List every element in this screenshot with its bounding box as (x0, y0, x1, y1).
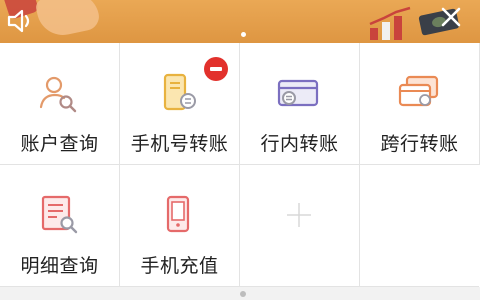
tile-phone-transfer[interactable]: 手机号转账 (120, 43, 240, 165)
remove-badge-icon[interactable] (204, 57, 228, 81)
phone-recharge-icon (166, 195, 190, 233)
tile-add[interactable] (240, 165, 360, 287)
tile-detail-query[interactable]: 明细查询 (0, 165, 120, 287)
tile-label: 账户查询 (20, 133, 99, 155)
card-exchange-icon (398, 75, 439, 107)
tile-label: 行内转账 (260, 133, 339, 155)
tile-label: 跨行转账 (380, 133, 459, 155)
speaker-icon[interactable] (6, 7, 36, 35)
document-search-icon (41, 195, 78, 234)
banner-page-indicator (241, 32, 246, 37)
empty-cell (360, 165, 479, 287)
function-grid: 账户查询 手机号转账 行内转账 跨行转账 明细查询 手机充值 (0, 43, 480, 287)
tile-label: 明细查询 (20, 255, 99, 277)
user-search-icon (39, 76, 77, 113)
page-indicator (240, 291, 246, 297)
tile-label: 手机充值 (140, 255, 219, 277)
phone-transfer-icon (163, 73, 196, 111)
promo-banner[interactable] (0, 0, 480, 43)
tile-phone-recharge[interactable]: 手机充值 (120, 165, 240, 287)
plus-icon (287, 203, 311, 227)
tile-intra-bank-transfer[interactable]: 行内转账 (240, 43, 360, 165)
card-transfer-icon (277, 79, 319, 107)
tile-inter-bank-transfer[interactable]: 跨行转账 (360, 43, 480, 165)
tile-account-query[interactable]: 账户查询 (0, 43, 120, 165)
tile-label: 手机号转账 (130, 133, 229, 155)
close-icon[interactable] (437, 3, 465, 31)
